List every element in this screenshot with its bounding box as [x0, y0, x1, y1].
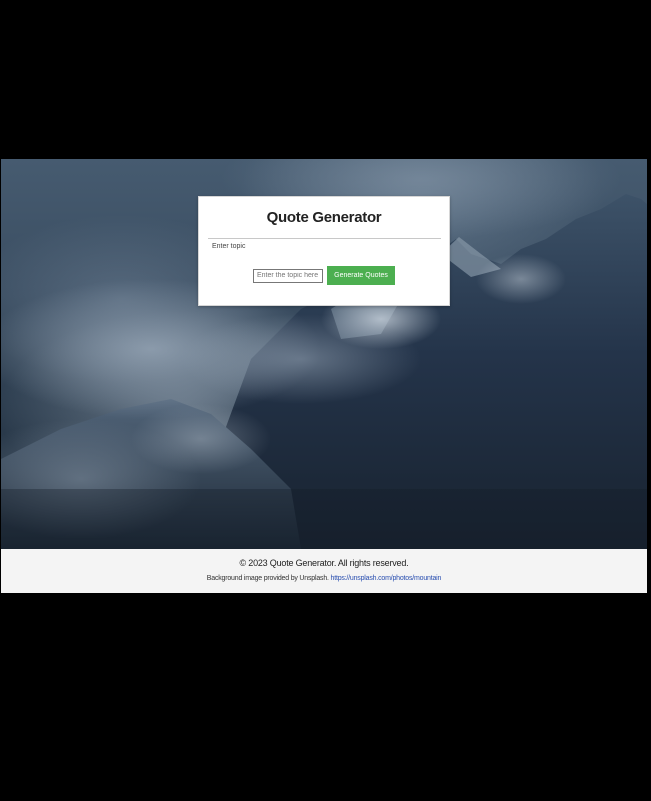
generate-quotes-button[interactable]: Generate Quotes — [327, 266, 395, 285]
card-title: Quote Generator — [266, 209, 382, 226]
topic-form-row: Generate Quotes — [199, 266, 449, 285]
topic-input[interactable] — [253, 268, 323, 283]
quote-generator-card: Quote Generator Enter topic Generate Quo… — [198, 196, 450, 306]
footer-credit-link[interactable]: https://unsplash.com/photos/mountain — [331, 575, 442, 582]
browser-viewport: Quote Generator Enter topic Generate Quo… — [1, 159, 647, 593]
footer-copyright: © 2023 Quote Generator. All rights reser… — [239, 558, 409, 568]
footer-credit-text: Background image provided by Unsplash. — [206, 575, 329, 582]
topic-hint-label: Enter topic — [212, 243, 246, 250]
card-divider — [208, 238, 441, 239]
page-footer: © 2023 Quote Generator. All rights reser… — [1, 549, 647, 593]
footer-credit: Background image provided by Unsplash. h… — [1, 575, 647, 582]
